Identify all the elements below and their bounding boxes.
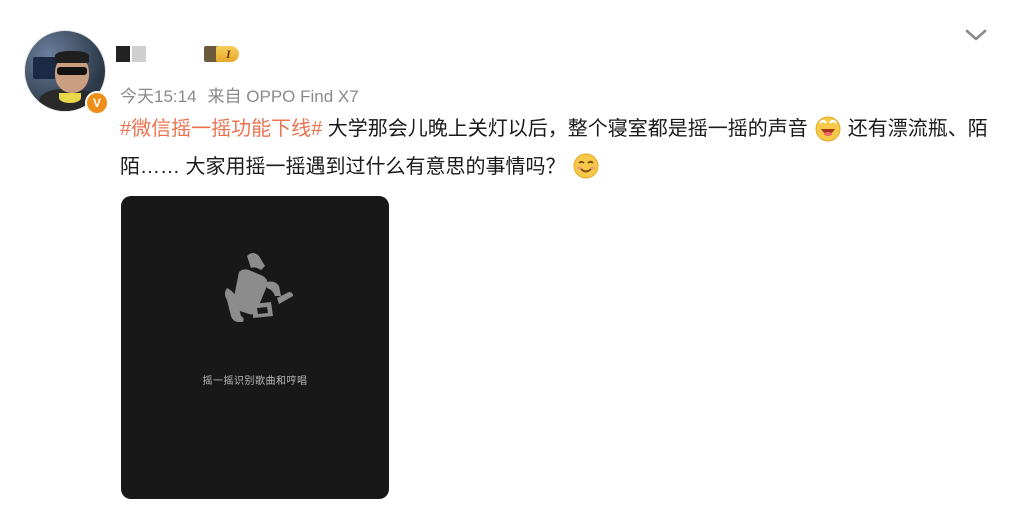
post-source: 来自 OPPO Find X7 <box>207 87 359 106</box>
topic-link[interactable]: #微信摇一摇功能下线# <box>120 118 322 140</box>
level-badge-label: I <box>216 46 239 62</box>
shake-hand-icon <box>225 253 293 322</box>
username-redacted-block <box>132 46 146 62</box>
user-level-badge[interactable]: I <box>204 43 239 65</box>
post-meta: 今天15:14 来自 OPPO Find X7 <box>120 82 359 107</box>
verified-badge-icon: V <box>85 91 109 115</box>
smiling-face-emoji-icon <box>573 153 599 179</box>
post-text-part1: 大学那会儿晚上关灯以后，整个寝室都是摇一摇的声音 <box>322 118 808 140</box>
post-image[interactable]: 摇一摇识别歌曲和哼唱 <box>121 196 389 499</box>
avatar[interactable]: V <box>24 30 109 115</box>
username-redacted-block <box>116 46 130 62</box>
chevron-down-icon[interactable] <box>962 26 990 44</box>
post-time[interactable]: 今天15:14 <box>120 82 197 107</box>
username[interactable]: I <box>116 42 239 66</box>
weibo-post: V I 今天15:14 来自 OPPO Find X7 #微信摇一摇功能下线# … <box>0 0 1022 508</box>
media-caption: 摇一摇识别歌曲和哼唱 <box>202 376 308 387</box>
post-text: #微信摇一摇功能下线# 大学那会儿晚上关灯以后，整个寝室都是摇一摇的声音 还有漂… <box>120 110 1000 186</box>
grinning-face-emoji-icon <box>815 116 841 142</box>
